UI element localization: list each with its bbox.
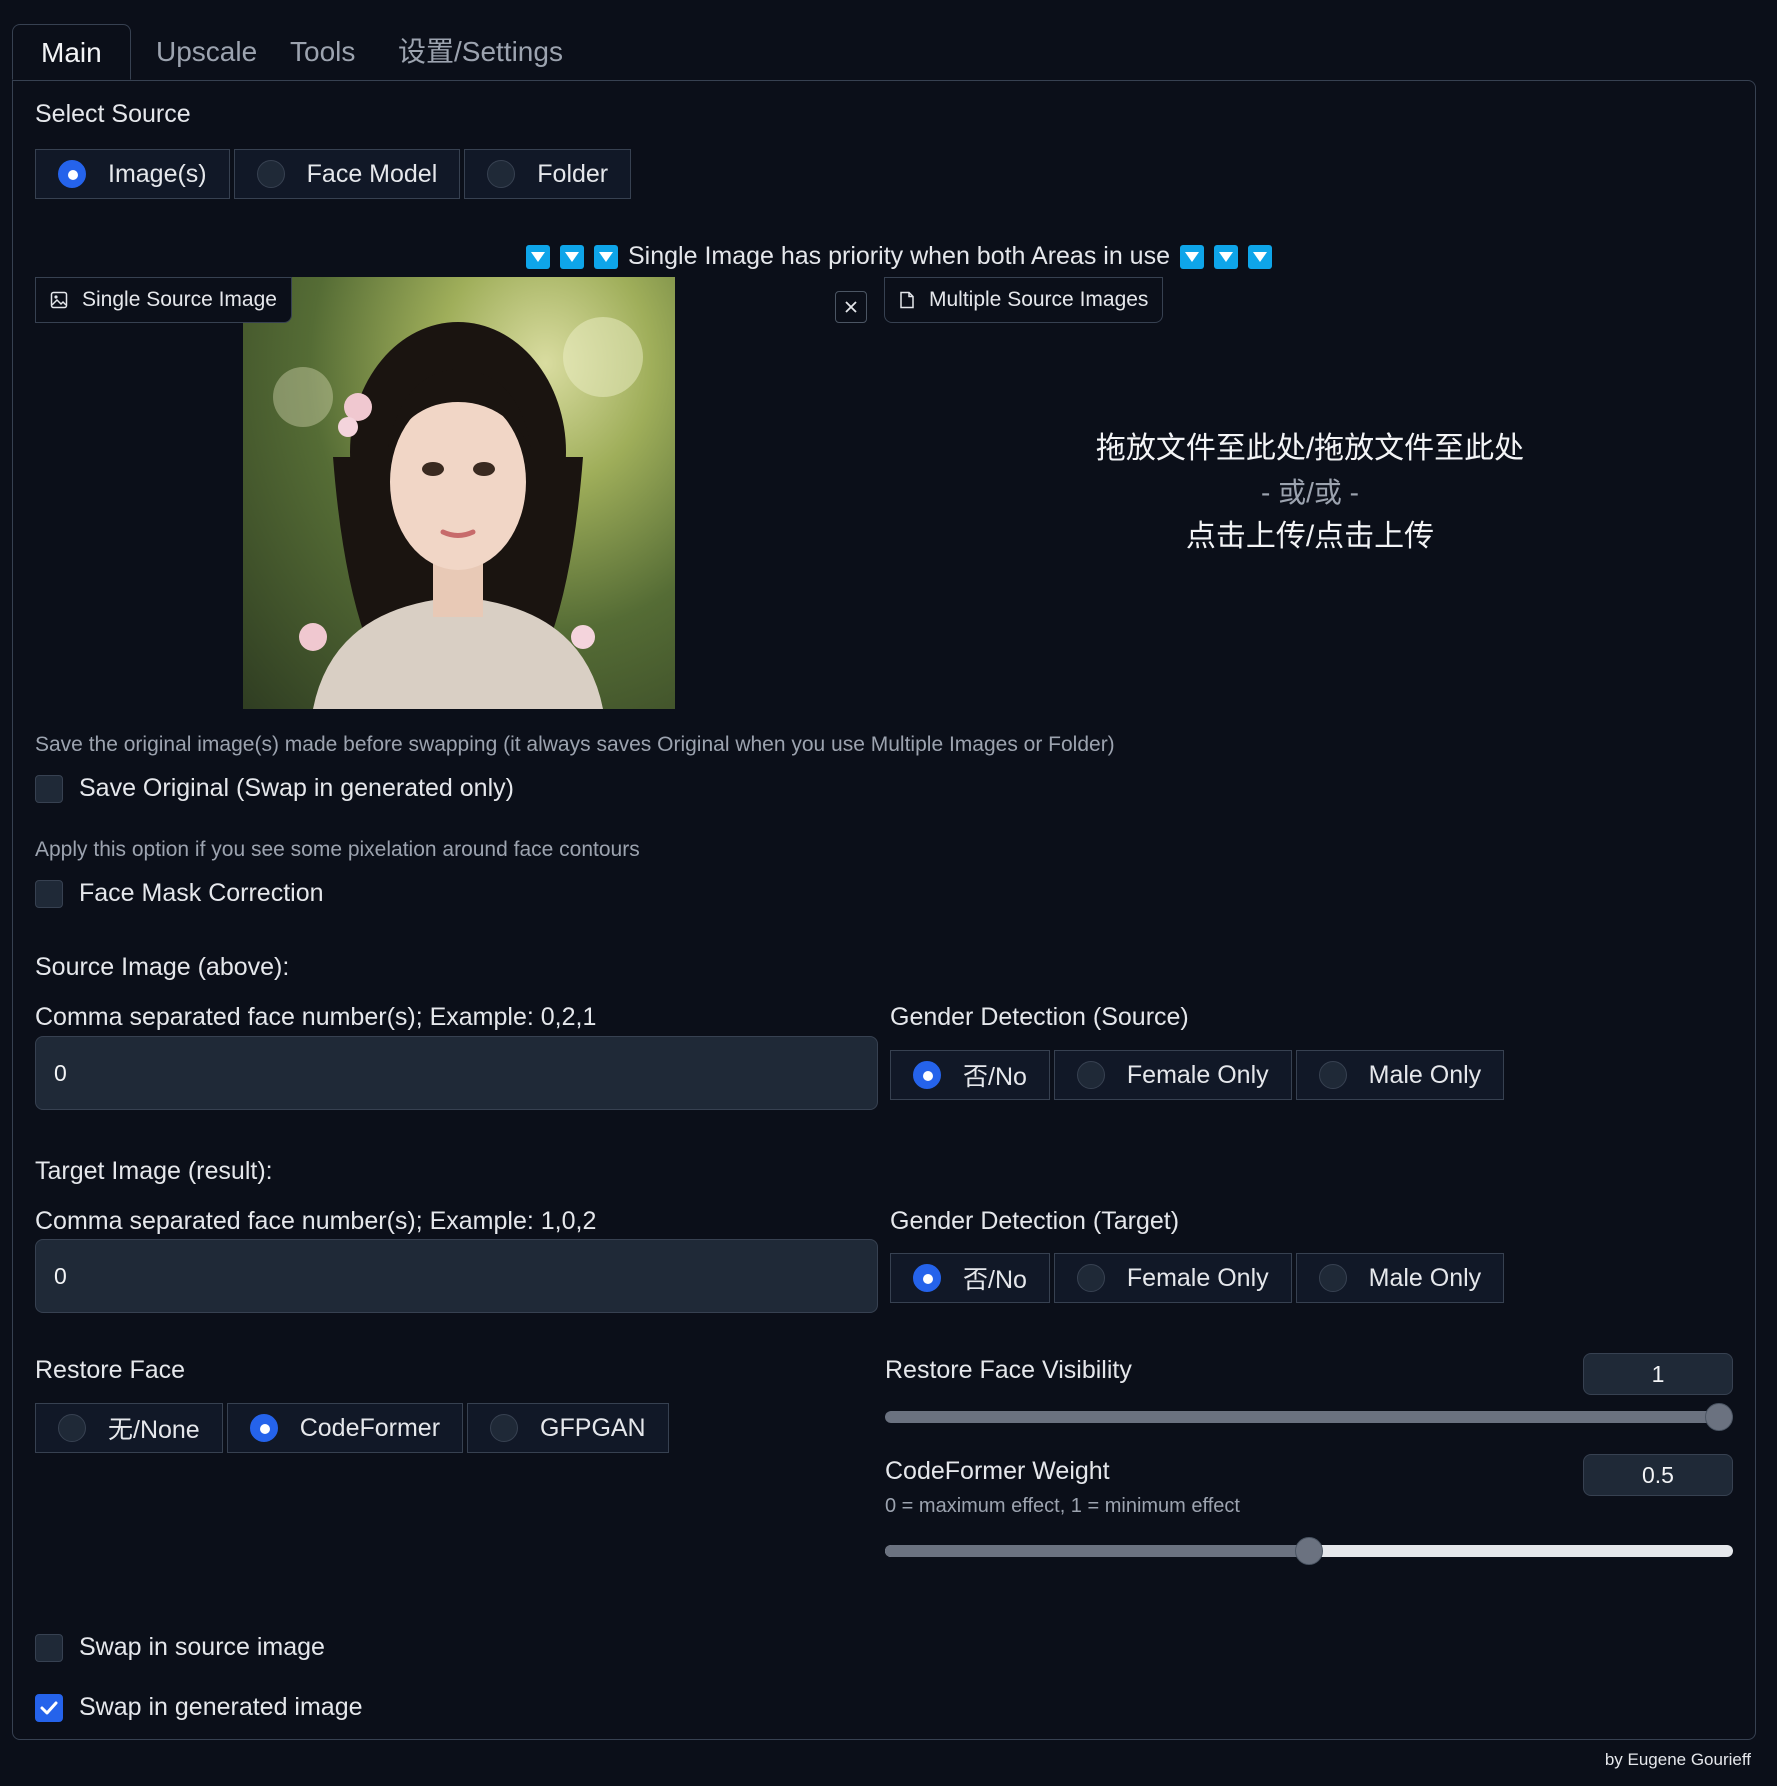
or-text: - 或/或 -: [1261, 477, 1359, 508]
swap-source-checkbox[interactable]: [35, 1633, 63, 1662]
target-gender-label: Gender Detection (Target): [890, 1207, 1180, 1235]
save-original-info: Save the original image(s) made before s…: [35, 733, 1115, 756]
click-upload-text: 点击上传/点击上传: [1185, 520, 1435, 553]
radio-dot-icon: [490, 1414, 519, 1442]
restore-face-label: Restore Face: [35, 1356, 186, 1384]
radio-source-gender-no[interactable]: 否/No: [890, 1050, 1050, 1100]
single-source-image-label: Single Source Image: [35, 277, 292, 323]
radio-dot-icon: [913, 1061, 941, 1089]
swap-generated-checkbox-row[interactable]: Swap in generated image: [35, 1693, 363, 1722]
radio-dot-icon: [1318, 1061, 1347, 1089]
single-source-image-area[interactable]: Single Source Image: [35, 277, 880, 709]
source-gender-label: Gender Detection (Source): [890, 1003, 1189, 1031]
face-mask-info: Apply this option if you see some pixela…: [35, 838, 640, 861]
radio-dot-icon: [913, 1264, 941, 1292]
source-portrait-image: [243, 277, 675, 709]
radio-source-male-only[interactable]: Male Only: [1295, 1050, 1505, 1100]
radio-restore-codeformer[interactable]: CodeFormer: [226, 1403, 464, 1453]
priority-notice: Single Image has priority when both Area…: [526, 242, 1272, 271]
file-icon: [900, 291, 914, 309]
down-triangle-icon: [1213, 244, 1238, 269]
source-faces-label: Comma separated face number(s); Example:…: [35, 1003, 597, 1031]
drop-files-text: 拖放文件至此处/拖放文件至此处: [1095, 432, 1525, 465]
down-triangle-icon: [1179, 244, 1204, 269]
codeformer-weight-slider[interactable]: [885, 1536, 1733, 1566]
swap-source-checkbox-row[interactable]: Swap in source image: [35, 1633, 325, 1662]
radio-folder[interactable]: Folder: [464, 149, 632, 199]
restore-face-radio-group: 无/None CodeFormer GFPGAN: [35, 1403, 669, 1453]
tab-main[interactable]: Main: [12, 24, 131, 80]
codeformer-weight-label: CodeFormer Weight: [885, 1457, 1110, 1485]
slider-fill: [885, 1545, 1309, 1557]
target-faces-input[interactable]: 0: [35, 1239, 878, 1313]
checkmark-icon: [40, 1701, 58, 1714]
radio-dot-icon: [256, 160, 285, 188]
radio-dot-icon: [1318, 1264, 1347, 1292]
source-gender-radio-group: 否/No Female Only Male Only: [890, 1050, 1505, 1100]
radio-source-female-only[interactable]: Female Only: [1053, 1050, 1292, 1100]
select-source-radio-group: Image(s) Face Model Folder: [35, 149, 632, 199]
down-triangle-icon: [560, 244, 584, 269]
radio-target-female-only[interactable]: Female Only: [1053, 1253, 1292, 1303]
radio-dot-icon: [249, 1414, 278, 1442]
radio-restore-none[interactable]: 无/None: [35, 1403, 223, 1453]
multiple-source-images-dropzone[interactable]: Multiple Source Images 拖放文件至此处/拖放文件至此处 -…: [884, 277, 1736, 709]
down-triangle-icon: [1247, 244, 1272, 269]
close-icon: [845, 301, 857, 313]
restore-visibility-slider[interactable]: [885, 1402, 1733, 1432]
image-icon: [50, 291, 68, 309]
save-original-checkbox[interactable]: [35, 774, 63, 803]
select-source-label: Select Source: [35, 100, 191, 128]
radio-dot-icon: [1076, 1264, 1105, 1292]
radio-restore-gfpgan[interactable]: GFPGAN: [467, 1403, 669, 1453]
source-faces-input[interactable]: 0: [35, 1036, 878, 1110]
restore-visibility-label: Restore Face Visibility: [885, 1356, 1132, 1384]
tab-settings[interactable]: 设置/Settings: [370, 24, 591, 80]
footer-credit: by Eugene Gourieff: [1604, 1750, 1751, 1769]
multiple-source-images-label: Multiple Source Images: [884, 277, 1164, 323]
radio-dot-icon: [487, 160, 516, 188]
radio-images[interactable]: Image(s): [35, 149, 230, 199]
tab-bar: Main Upscale Tools 设置/Settings: [12, 24, 1756, 80]
radio-dot-icon: [58, 160, 86, 188]
restore-visibility-number-input[interactable]: 1: [1583, 1353, 1733, 1395]
slider-thumb[interactable]: [1295, 1537, 1323, 1565]
target-image-heading: Target Image (result):: [35, 1157, 273, 1185]
tab-tools[interactable]: Tools: [262, 24, 383, 80]
source-image-heading: Source Image (above):: [35, 953, 290, 981]
target-faces-label: Comma separated face number(s); Example:…: [35, 1207, 597, 1235]
slider-track: [885, 1411, 1733, 1423]
radio-target-male-only[interactable]: Male Only: [1295, 1253, 1505, 1303]
clear-image-button[interactable]: [835, 291, 867, 323]
face-mask-checkbox-row[interactable]: Face Mask Correction: [35, 879, 324, 908]
portrait-illustration: [273, 317, 643, 709]
radio-dot-icon: [58, 1414, 86, 1442]
down-triangle-icon: [594, 244, 618, 269]
codeformer-weight-info: 0 = maximum effect, 1 = minimum effect: [885, 1495, 1240, 1517]
radio-face-model[interactable]: Face Model: [233, 149, 461, 199]
face-mask-checkbox[interactable]: [35, 879, 63, 908]
down-triangle-icon: [526, 244, 550, 269]
save-original-checkbox-row[interactable]: Save Original (Swap in generated only): [35, 774, 514, 803]
radio-dot-icon: [1076, 1061, 1105, 1089]
codeformer-weight-number-input[interactable]: 0.5: [1583, 1454, 1733, 1496]
target-gender-radio-group: 否/No Female Only Male Only: [890, 1253, 1505, 1303]
slider-thumb[interactable]: [1705, 1403, 1733, 1431]
dropzone-text: 拖放文件至此处/拖放文件至此处 - 或/或 - 点击上传/点击上传: [884, 427, 1736, 559]
swap-generated-checkbox[interactable]: [35, 1693, 63, 1722]
radio-target-gender-no[interactable]: 否/No: [890, 1253, 1050, 1303]
